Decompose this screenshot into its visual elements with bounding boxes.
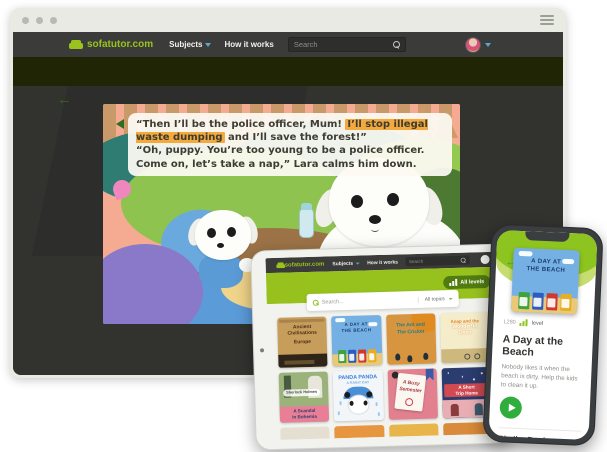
search-placeholder: Search (409, 258, 460, 264)
book-description: Nobody likes it when the beach is dirty.… (501, 362, 584, 393)
search-icon[interactable] (393, 41, 400, 48)
tablet-library: Search... All topics Ancient Civilisatio… (267, 298, 503, 440)
avatar[interactable] (465, 37, 481, 53)
book-cover-panda-panda[interactable]: PANDA PANDA A RAINY DAY (333, 370, 384, 421)
chevron-down-icon (355, 262, 359, 264)
marketing-composite: sofatutor.com Subjects How it works Sear… (0, 0, 607, 452)
chevron-down-icon (485, 43, 491, 47)
chevron-down-icon (205, 43, 211, 47)
nav-how-it-works[interactable]: How it works (367, 259, 398, 266)
play-button[interactable] (499, 397, 522, 420)
nav-subjects-label: Subjects (169, 40, 202, 49)
book-cover-busy-semester[interactable]: A BusySemester (387, 368, 438, 419)
nav-subjects[interactable]: Subjects (169, 40, 211, 49)
dog-eye (227, 227, 236, 237)
book-cover-scandal-in-bohemia[interactable]: Sherlock Holmes A Scandalin Bohemia (279, 371, 330, 422)
page-header-band (13, 57, 563, 86)
sofatutor-logo[interactable]: sofatutor.com (69, 39, 153, 50)
cover-art (278, 353, 328, 367)
nav-how-it-works-label: How it works (367, 259, 398, 266)
phone-mockup: ← A DAY ATTHE BEACH L280 level A Day at … (482, 224, 603, 447)
phone-book-detail: L280 level A Day at the Beach Nobody lik… (497, 318, 586, 440)
dog-mouth (371, 226, 379, 232)
search-icon (461, 258, 466, 263)
nav-how-it-works-label: How it works (224, 40, 273, 49)
story-line: “Then I’ll be the police officer, Mum! (136, 119, 345, 130)
story-line: “Oh, puppy. You’re too young to be a pol… (136, 145, 424, 169)
book-cover-a-day-at-the-beach[interactable]: A DAY ATTHE BEACH (511, 248, 580, 315)
nav-how-it-works[interactable]: How it works (224, 40, 273, 49)
logo-text: sofatutor.com (87, 39, 153, 50)
puppy-head (195, 210, 251, 260)
account-menu[interactable] (465, 37, 491, 53)
phone-screen: ← A DAY ATTHE BEACH L280 level A Day at … (489, 230, 598, 440)
chevron-down-icon (449, 297, 453, 299)
back-arrow-icon[interactable]: ← (57, 92, 72, 107)
level-bars-icon (520, 319, 528, 326)
search-icon (313, 299, 319, 305)
all-topics-label: All topics (425, 296, 445, 303)
library-search-bar[interactable]: Search... All topics (306, 290, 458, 311)
level-bars-icon (449, 279, 457, 286)
book-title: A Day at the Beach (502, 333, 585, 361)
window-controls[interactable] (22, 17, 57, 24)
search-input[interactable]: Search (288, 37, 406, 52)
nav-subjects-label: Subjects (332, 260, 353, 267)
dog-nose (369, 215, 381, 224)
book-cover-ant-and-cricket[interactable]: The Ant and The Cricket (386, 313, 437, 364)
dog-eye (387, 193, 399, 206)
nav-items: Subjects How it works (169, 40, 274, 49)
couch-icon (276, 262, 285, 268)
audio-play-icon[interactable] (116, 119, 124, 129)
story-text: “Then I’ll be the police officer, Mum! I… (128, 113, 452, 176)
level-row: L280 level (503, 318, 585, 329)
search-input[interactable]: Search (406, 255, 470, 266)
all-levels-button[interactable]: All levels (443, 275, 490, 289)
search-placeholder: Search (294, 40, 393, 49)
menu-icon[interactable] (540, 15, 554, 25)
book-grid: Ancient Civilisations Europe A DAY ATTHE… (277, 312, 492, 440)
nav-subjects[interactable]: Subjects (332, 260, 359, 267)
site-navbar: sofatutor.com Subjects How it works Sear… (13, 32, 563, 57)
dog-eye (351, 195, 363, 208)
couch-icon (69, 40, 83, 49)
book-cover-partial[interactable] (280, 426, 330, 439)
book-cover-a-day-at-the-beach[interactable]: A DAY ATTHE BEACH (331, 315, 382, 366)
all-topics-dropdown[interactable]: All topics (418, 295, 453, 302)
baby-bottle-cap (301, 203, 312, 210)
level-label: level (532, 320, 544, 326)
level-code: L280 (503, 319, 516, 326)
book-cover-anap-wonderful-oven[interactable]: Anap and the Wonderful Oven (440, 312, 491, 363)
divider (499, 428, 581, 433)
book-cover-ancient-civilisations[interactable]: Ancient Civilisations Europe (277, 317, 328, 368)
book-cover-partial[interactable] (334, 425, 384, 438)
phone-notch (525, 231, 569, 242)
browser-titlebar (10, 8, 566, 32)
tablet-mockup: sofatutor.com Subjects How it works Sear… (250, 243, 511, 450)
dog-nose (217, 243, 224, 248)
tablet-camera (260, 348, 264, 352)
all-levels-label: All levels (460, 279, 484, 286)
dog-eye (207, 228, 216, 238)
baby-bottle (299, 208, 314, 238)
logo-text: sofatutor.com (285, 261, 325, 268)
story-line: and I’ll save the forest!” (225, 132, 367, 143)
window-dot[interactable] (36, 17, 43, 24)
recycling-bins (511, 292, 578, 312)
recycling-bins (332, 349, 382, 363)
book-cover-partial[interactable] (389, 423, 439, 436)
tablet-screen: sofatutor.com Subjects How it works Sear… (265, 252, 502, 440)
similar-books-heading: Similar Books (498, 435, 580, 441)
window-dot[interactable] (50, 17, 57, 24)
avatar[interactable] (480, 255, 489, 264)
window-dot[interactable] (22, 17, 29, 24)
search-placeholder: Search... (322, 296, 418, 305)
